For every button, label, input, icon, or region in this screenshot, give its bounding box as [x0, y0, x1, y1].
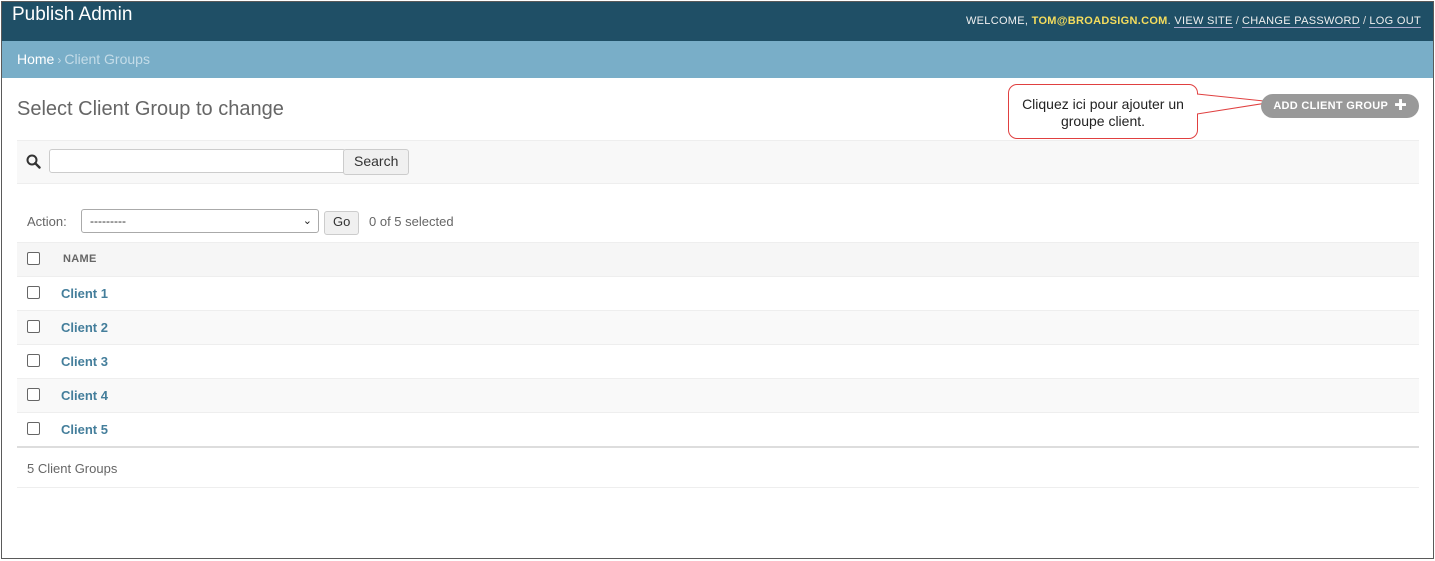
admin-window: Publish Admin Welcome, tom@broadsign.com… [1, 1, 1434, 559]
client-group-link[interactable]: Client 4 [61, 388, 108, 403]
help-callout: Cliquez ici pour ajouter un groupe clien… [1008, 84, 1198, 139]
add-client-group-button[interactable]: Add Client Group ✚ [1261, 94, 1419, 118]
select-all-checkbox[interactable] [27, 252, 40, 265]
action-label: Action: [27, 214, 67, 229]
row-checkbox[interactable] [27, 354, 40, 367]
table-row: Client 2 [17, 311, 1419, 345]
action-selected-option: --------- [90, 214, 126, 228]
table-row: Client 3 [17, 345, 1419, 379]
breadcrumb: Home › Client Groups [2, 41, 1433, 78]
client-group-link[interactable]: Client 2 [61, 320, 108, 335]
client-group-link[interactable]: Client 5 [61, 422, 108, 437]
search-button[interactable]: Search [343, 149, 410, 175]
plus-icon: ✚ [1394, 97, 1407, 114]
action-select[interactable]: --------- ⌄ [81, 209, 319, 233]
user-tools: Welcome, tom@broadsign.com. View site / Ch… [965, 15, 1421, 28]
site-header: Publish Admin Welcome, tom@broadsign.com… [2, 2, 1433, 41]
table-row: Client 5 [17, 413, 1419, 447]
row-checkbox[interactable] [27, 286, 40, 299]
breadcrumb-home[interactable]: Home [17, 51, 54, 67]
separator: / [1363, 15, 1367, 27]
table-header-row: Name [17, 242, 1419, 277]
welcome-text: Welcome, [965, 15, 1029, 27]
search-input[interactable] [49, 149, 346, 173]
selected-count: 0 of 5 selected [369, 214, 454, 229]
change-password-link[interactable]: Change password [1242, 15, 1361, 28]
separator: / [1235, 15, 1240, 27]
actions-bar: Action: --------- ⌄ Go 0 of 5 selected [17, 206, 1419, 236]
view-site-link[interactable]: View site [1174, 15, 1233, 28]
row-checkbox[interactable] [27, 320, 40, 333]
client-group-link[interactable]: Client 1 [61, 286, 108, 301]
table-row: Client 4 [17, 379, 1419, 413]
go-button[interactable]: Go [324, 211, 360, 235]
breadcrumb-current: Client Groups [64, 51, 150, 67]
page-title: Select Client Group to change [17, 98, 284, 120]
search-icon [26, 154, 41, 169]
search-toolbar: Search [17, 140, 1419, 184]
site-brand-text[interactable]: Publish Admin [12, 4, 132, 25]
row-checkbox[interactable] [27, 422, 40, 435]
client-group-link[interactable]: Client 3 [61, 354, 108, 369]
column-header-name[interactable]: Name [63, 253, 97, 265]
breadcrumb-separator-icon: › [57, 53, 62, 67]
paginator: 5 Client Groups [17, 446, 1419, 488]
chevron-down-icon: ⌄ [302, 215, 312, 227]
site-brand[interactable]: Publish Admin [12, 4, 132, 26]
log-out-link[interactable]: Log out [1369, 15, 1421, 28]
row-checkbox[interactable] [27, 388, 40, 401]
user-email: tom@broadsign.com [1031, 15, 1168, 27]
results-table: Name Client 1 Client 2 Client 3 Client 4… [17, 242, 1419, 447]
table-row: Client 1 [17, 277, 1419, 311]
add-button-label: Add Client Group [1273, 100, 1389, 112]
